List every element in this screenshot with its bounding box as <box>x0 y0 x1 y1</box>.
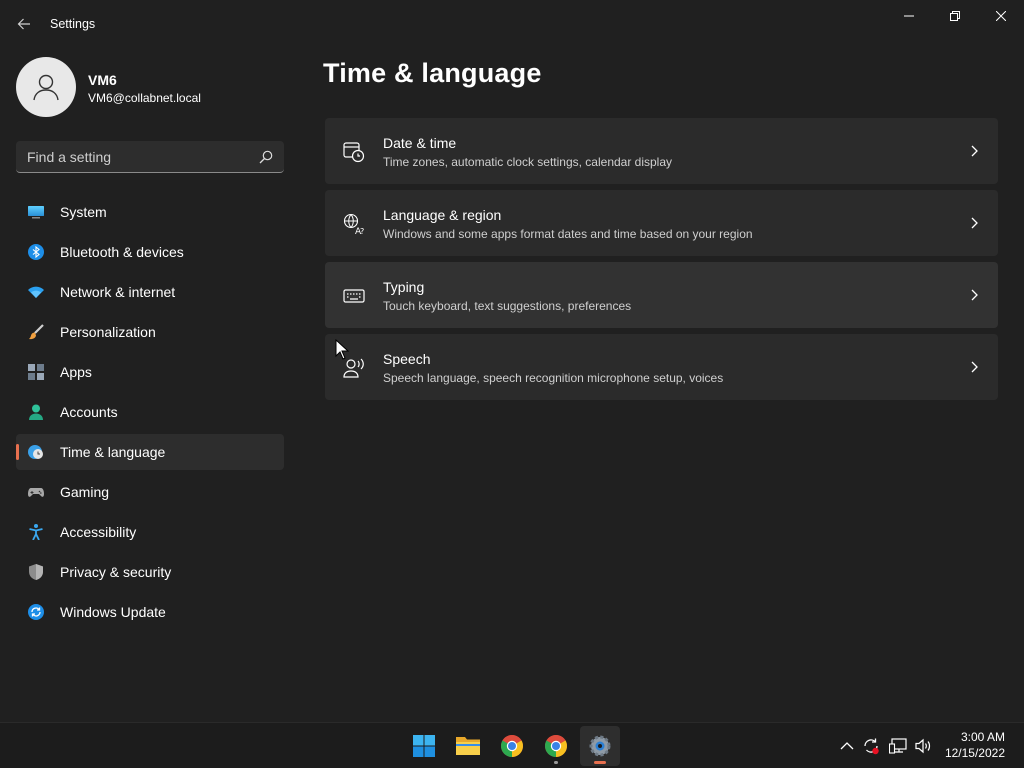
sidebar-item-label: Time & language <box>60 444 166 460</box>
sidebar-item-accessibility[interactable]: Accessibility <box>16 514 284 550</box>
shield-icon <box>29 564 43 580</box>
system-icon <box>28 206 44 219</box>
sidebar-item-label: Accounts <box>60 404 118 420</box>
chevron-up-icon <box>840 742 854 750</box>
app-title: Settings <box>50 17 96 31</box>
sidebar-item-label: Network & internet <box>60 284 176 300</box>
card-date-time[interactable]: Date & time Time zones, automatic clock … <box>325 118 998 184</box>
back-button[interactable] <box>12 12 36 36</box>
sidebar-item-network[interactable]: Network & internet <box>16 274 284 310</box>
sidebar-item-label: System <box>60 204 107 220</box>
sidebar-item-gaming[interactable]: Gaming <box>16 474 284 510</box>
file-explorer-icon <box>456 737 480 755</box>
sidebar-item-label: Gaming <box>60 484 110 500</box>
search-box[interactable] <box>16 141 284 173</box>
brush-icon <box>29 324 44 340</box>
settings-cards: Date & time Time zones, automatic clock … <box>325 118 998 406</box>
search-input[interactable] <box>16 141 252 172</box>
gamepad-icon <box>28 488 44 497</box>
chevron-right-icon <box>971 145 978 157</box>
mouse-cursor-icon <box>335 339 349 360</box>
language-icon: A? <box>343 213 364 235</box>
calendar-clock-icon <box>343 142 365 163</box>
card-description: Touch keyboard, text suggestions, prefer… <box>383 299 632 313</box>
sidebar-item-label: Windows Update <box>60 604 166 620</box>
card-title: Speech <box>383 351 431 367</box>
sidebar-item-system[interactable]: System <box>16 194 284 230</box>
taskbar: 3:00 AM 12/15/2022 <box>0 722 1024 768</box>
card-title: Language & region <box>383 207 502 223</box>
minimize-icon <box>904 15 914 17</box>
start-button[interactable] <box>404 726 444 766</box>
apps-icon <box>28 364 44 380</box>
active-indicator <box>594 761 606 764</box>
network-tray-button[interactable] <box>888 736 908 756</box>
clock-time: 3:00 AM <box>960 730 1005 744</box>
avatar[interactable] <box>16 57 76 117</box>
sidebar-item-time-language[interactable]: Time & language <box>16 434 284 470</box>
chevron-right-icon <box>971 361 978 373</box>
sidebar-item-label: Privacy & security <box>60 564 172 580</box>
restore-icon <box>950 11 960 21</box>
title-bar: Settings <box>0 0 1024 48</box>
sidebar-item-personalization[interactable]: Personalization <box>16 314 284 350</box>
sidebar-item-label: Bluetooth & devices <box>60 244 184 260</box>
start-icon <box>413 735 435 757</box>
keyboard-icon <box>343 289 365 303</box>
page-title: Time & language <box>323 58 542 88</box>
settings-window: Settings VM6 VM6@collabnet.local System … <box>0 0 1024 722</box>
show-hidden-icons-button[interactable] <box>837 736 857 756</box>
chrome-button[interactable] <box>492 726 532 766</box>
card-language-region[interactable]: A? Language & region Windows and some ap… <box>325 190 998 256</box>
sidebar-item-label: Apps <box>60 364 92 380</box>
time-language-icon <box>28 445 43 459</box>
user-name: VM6 <box>88 72 117 88</box>
volume-icon <box>915 738 931 754</box>
accessibility-icon <box>29 524 43 540</box>
volume-button[interactable] <box>913 736 933 756</box>
restore-button[interactable] <box>932 0 978 32</box>
sidebar-item-apps[interactable]: Apps <box>16 354 284 390</box>
sidebar-item-bluetooth[interactable]: Bluetooth & devices <box>16 234 284 270</box>
running-indicator <box>554 761 558 764</box>
user-email: VM6@collabnet.local <box>88 91 201 105</box>
svg-text:?: ? <box>360 227 364 235</box>
card-typing[interactable]: Typing Touch keyboard, text suggestions,… <box>325 262 998 328</box>
card-description: Time zones, automatic clock settings, ca… <box>383 155 673 169</box>
chrome-icon <box>501 735 523 757</box>
card-title: Date & time <box>383 135 457 151</box>
card-speech[interactable]: Speech Speech language, speech recogniti… <box>325 334 998 400</box>
sync-status-button[interactable] <box>861 736 881 756</box>
chevron-right-icon <box>971 217 978 229</box>
file-explorer-button[interactable] <box>448 726 488 766</box>
back-arrow-icon <box>17 18 30 30</box>
sidebar-item-label: Personalization <box>60 324 156 340</box>
search-icon[interactable] <box>258 149 274 165</box>
settings-icon <box>589 735 611 757</box>
sidebar-nav: System Bluetooth & devices Network & int… <box>16 194 284 634</box>
card-title: Typing <box>383 279 425 295</box>
settings-taskbar-button[interactable] <box>580 726 620 766</box>
update-icon <box>28 604 44 620</box>
accounts-icon <box>29 404 43 420</box>
user-icon <box>33 74 59 101</box>
close-button[interactable] <box>978 0 1024 32</box>
card-description: Windows and some apps format dates and t… <box>383 227 753 241</box>
sidebar-item-label: Accessibility <box>60 524 137 540</box>
network-icon <box>889 738 907 754</box>
close-icon <box>996 11 1006 21</box>
sidebar-item-accounts[interactable]: Accounts <box>16 394 284 430</box>
wifi-icon <box>28 286 44 298</box>
bluetooth-icon <box>28 244 44 260</box>
chevron-right-icon <box>971 289 978 301</box>
card-description: Speech language, speech recognition micr… <box>383 371 724 385</box>
sidebar-item-windows-update[interactable]: Windows Update <box>16 594 284 630</box>
chrome-button-2[interactable] <box>536 726 576 766</box>
sync-icon <box>864 738 879 755</box>
chrome-icon <box>545 735 567 757</box>
minimize-button[interactable] <box>886 0 932 32</box>
sidebar-item-privacy[interactable]: Privacy & security <box>16 554 284 590</box>
clock-date: 12/15/2022 <box>944 746 1005 760</box>
